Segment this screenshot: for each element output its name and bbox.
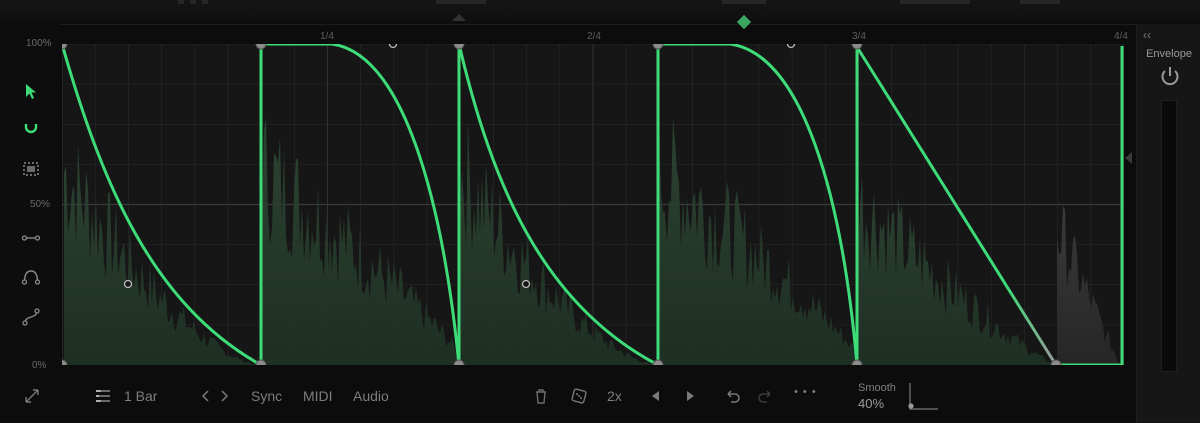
- shift-left-icon[interactable]: [646, 386, 666, 406]
- line-tool-icon: [21, 235, 41, 241]
- tool-sidebar: [0, 24, 60, 364]
- x-label-2-4: 2/4: [587, 31, 601, 42]
- arc-tool[interactable]: [18, 264, 44, 290]
- smooth-label: Smooth: [858, 382, 896, 394]
- pointer-tool[interactable]: [18, 78, 44, 104]
- x-label-3-4: 3/4: [852, 31, 866, 42]
- collapse-button[interactable]: ‹‹: [1143, 28, 1151, 42]
- bar-length[interactable]: 1 Bar: [124, 388, 157, 404]
- audio-button[interactable]: Audio: [353, 388, 389, 404]
- smooth-curve-icon[interactable]: [904, 381, 940, 411]
- playhead-marker-icon[interactable]: [452, 14, 466, 21]
- prev-length-icon[interactable]: [196, 386, 216, 406]
- power-icon[interactable]: [1158, 64, 1182, 88]
- expand-arrow-icon[interactable]: [1125, 152, 1132, 164]
- x-label-4-4: 4/4: [1114, 31, 1128, 42]
- more-options-button[interactable]: • • •: [794, 386, 817, 398]
- top-marks: [0, 0, 1200, 6]
- envelope-editor[interactable]: [62, 44, 1124, 365]
- level-meter: [1161, 100, 1177, 372]
- midi-button[interactable]: MIDI: [303, 388, 333, 404]
- y-label-50: 50%: [30, 199, 51, 210]
- y-label-100: 100%: [26, 38, 52, 49]
- curve-tool-icon: [22, 308, 40, 326]
- dice-icon[interactable]: [569, 386, 589, 406]
- magnet-icon: [24, 124, 38, 134]
- multiply-button[interactable]: 2x: [607, 388, 622, 404]
- envelope-canvas[interactable]: [62, 44, 1124, 365]
- magnet-tool[interactable]: [18, 117, 44, 143]
- sync-button[interactable]: Sync: [251, 388, 282, 404]
- y-label-0: 0%: [32, 360, 47, 371]
- curve-handle[interactable]: [123, 279, 133, 289]
- x-label-1-4: 1/4: [320, 31, 334, 42]
- right-panel: ‹‹ Envelope: [1125, 24, 1200, 423]
- shift-right-icon[interactable]: [680, 386, 700, 406]
- curve-handle[interactable]: [521, 279, 531, 289]
- curve-tool[interactable]: [18, 304, 44, 330]
- top-bar: [0, 0, 1200, 30]
- redo-icon[interactable]: [756, 386, 776, 406]
- trash-icon[interactable]: [531, 386, 551, 406]
- expand-icon[interactable]: [22, 386, 42, 406]
- curve-handle[interactable]: [786, 44, 796, 49]
- select-box-tool[interactable]: [18, 156, 44, 182]
- smooth-value[interactable]: 40%: [858, 396, 884, 411]
- envelope-title: Envelope: [1146, 48, 1192, 60]
- pointer-icon: [26, 84, 36, 99]
- arc-tool-icon: [21, 270, 41, 285]
- pattern-marker-icon[interactable]: [736, 14, 752, 30]
- undo-icon[interactable]: [722, 386, 742, 406]
- select-box-icon: [23, 162, 39, 176]
- bottom-bar: 1 Bar Sync MIDI Audio 2x • • • Smooth 40…: [0, 372, 1136, 423]
- line-tool[interactable]: [18, 225, 44, 251]
- list-menu-icon[interactable]: [93, 386, 113, 406]
- curve-handle[interactable]: [388, 44, 398, 49]
- next-length-icon[interactable]: [214, 386, 234, 406]
